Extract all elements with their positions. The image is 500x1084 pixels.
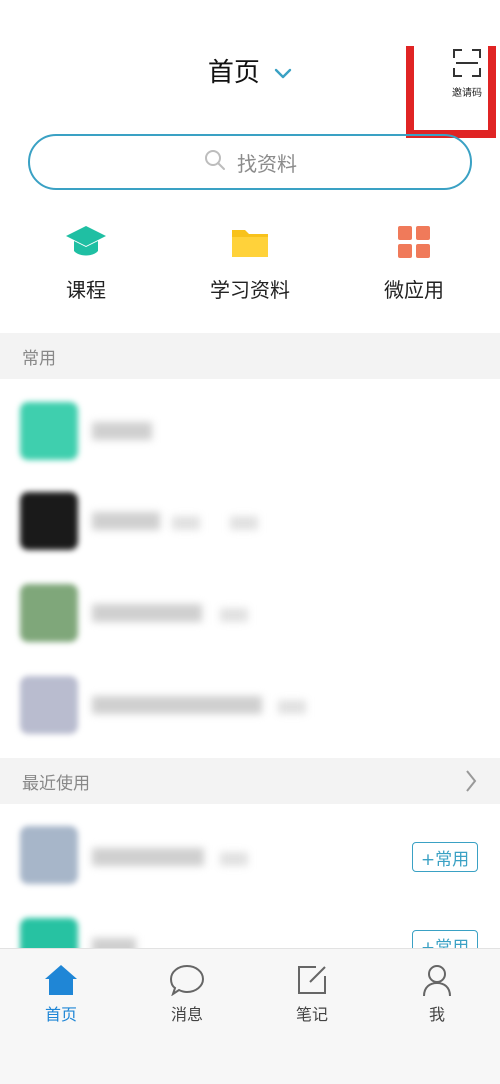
search-input[interactable]: 找资料: [28, 134, 472, 190]
section-recent-header[interactable]: 最近使用: [0, 758, 500, 804]
tab-label: 笔记: [295, 1005, 328, 1024]
quick-entries: 课程 学习资料 微应用: [0, 222, 500, 312]
blurred-item-meta: [230, 516, 258, 530]
quick-entry-label: 学习资料: [210, 278, 290, 302]
blurred-item-meta: [220, 608, 248, 622]
home-icon: [16, 963, 106, 997]
quick-entry-courses[interactable]: 课程: [6, 222, 166, 303]
item-thumbnail: [20, 676, 78, 734]
blurred-item-meta: [278, 700, 306, 714]
tab-messages[interactable]: 消息: [142, 963, 232, 1025]
person-icon: [392, 963, 482, 997]
blurred-item-meta: [220, 852, 248, 866]
blurred-item-name: [92, 604, 202, 622]
blurred-item-meta: [172, 516, 200, 530]
tab-notes[interactable]: 笔记: [267, 963, 357, 1025]
highlight-box: [406, 46, 496, 138]
section-title: 最近使用: [22, 773, 90, 794]
section-frequent-header: 常用: [0, 333, 500, 379]
chevron-right-icon: [464, 768, 478, 798]
item-thumbnail: [20, 402, 78, 460]
search-icon: [203, 148, 227, 176]
list-item[interactable]: [0, 386, 500, 478]
quick-entry-micro-apps[interactable]: 微应用: [334, 222, 494, 303]
quick-entry-materials[interactable]: 学习资料: [170, 222, 330, 303]
folder-icon: [170, 222, 330, 262]
add-to-frequent-button[interactable]: +常用: [412, 842, 478, 872]
tab-label: 消息: [170, 1005, 203, 1024]
tab-home[interactable]: 首页: [16, 963, 106, 1025]
list-item[interactable]: +常用: [0, 810, 500, 902]
app-screen: 首页 邀请码 找资料 课程 学习资料 微应用 常用 最近使用 +常用 首页 消息…: [0, 0, 500, 1084]
chat-bubble-icon: [142, 963, 232, 997]
list-item[interactable]: [0, 476, 500, 568]
item-thumbnail: [20, 826, 78, 884]
quick-entry-label: 微应用: [384, 278, 444, 302]
tab-me[interactable]: 我: [392, 963, 482, 1025]
page-title: 首页: [207, 58, 260, 88]
bottom-tab-bar: 首页 消息 笔记 我: [0, 948, 500, 1084]
note-edit-icon: [267, 963, 357, 997]
section-title: 常用: [22, 348, 56, 369]
list-item[interactable]: [0, 568, 500, 660]
item-thumbnail: [20, 492, 78, 550]
tab-label: 我: [428, 1005, 445, 1024]
blurred-item-name: [92, 512, 160, 530]
apps-grid-icon: [334, 222, 494, 262]
blurred-item-name: [92, 848, 204, 866]
quick-entry-label: 课程: [66, 278, 106, 302]
blurred-item-name: [92, 422, 152, 440]
item-thumbnail: [20, 584, 78, 642]
search-placeholder: 找资料: [237, 151, 297, 176]
chevron-down-icon: [274, 57, 292, 87]
header: 首页 邀请码: [0, 0, 500, 138]
list-item[interactable]: [0, 660, 500, 752]
graduation-cap-icon: [6, 222, 166, 262]
blurred-item-name: [92, 696, 262, 714]
tab-label: 首页: [44, 1005, 77, 1024]
